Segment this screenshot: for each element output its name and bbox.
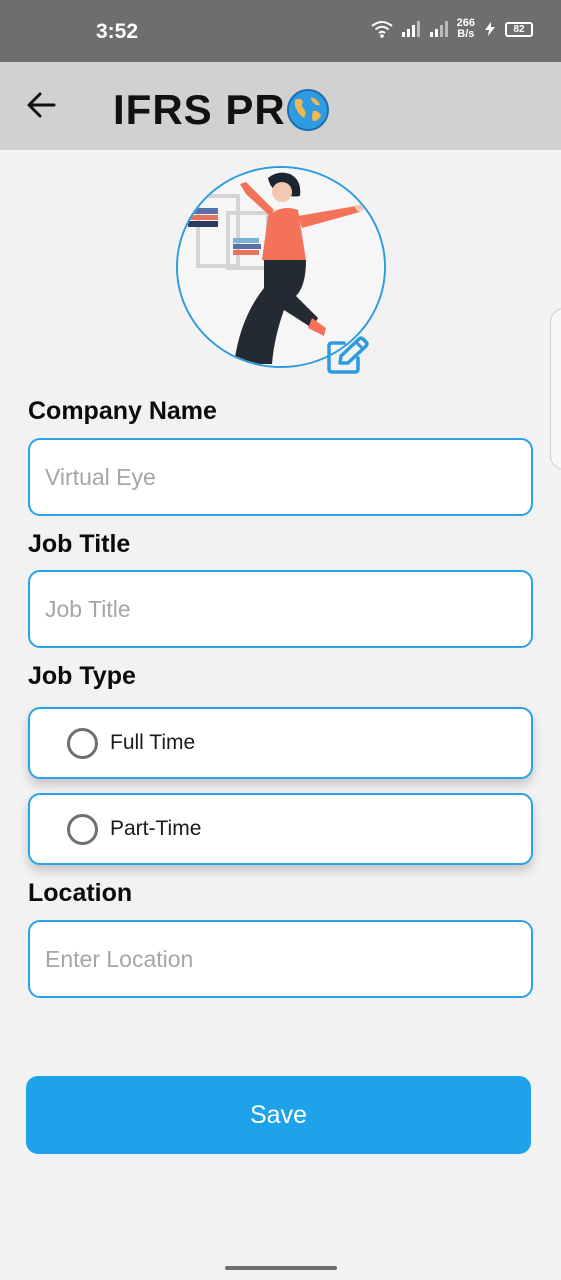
- back-button[interactable]: [24, 88, 58, 122]
- location-input[interactable]: [28, 920, 533, 998]
- app-logo: IFRS PR: [113, 86, 330, 134]
- job-type-option-full-time[interactable]: Full Time: [28, 707, 533, 779]
- signal-icon: [401, 21, 420, 37]
- status-icons: 266 B/s 82: [371, 18, 533, 40]
- edit-icon: [327, 336, 369, 374]
- side-panel-handle[interactable]: [550, 308, 561, 470]
- globe-icon: [286, 89, 329, 131]
- net-speed: 266 B/s: [457, 18, 475, 40]
- job-type-option-label: Part-Time: [110, 817, 202, 840]
- home-indicator[interactable]: [225, 1266, 337, 1270]
- job-type-label: Job Type: [28, 662, 136, 690]
- radio-icon[interactable]: [67, 813, 98, 845]
- save-button[interactable]: Save: [26, 1076, 531, 1154]
- status-bar: 3:52 266 B/s 82: [0, 0, 561, 62]
- location-label: Location: [28, 879, 133, 907]
- company-name-input[interactable]: [28, 438, 533, 516]
- charging-icon: [485, 22, 495, 36]
- job-type-option-label: Full Time: [110, 731, 196, 754]
- job-title-input[interactable]: [28, 570, 533, 648]
- battery-icon: 82: [505, 21, 533, 37]
- company-name-label: Company Name: [28, 397, 217, 425]
- app-title: IFRS PR: [113, 86, 286, 133]
- status-time: 3:52: [96, 20, 139, 43]
- edit-avatar-button[interactable]: [326, 336, 370, 376]
- signal-icon: [429, 21, 448, 37]
- arrow-left-icon: [27, 92, 56, 118]
- job-type-option-part-time[interactable]: Part-Time: [28, 793, 533, 865]
- net-speed-unit: B/s: [457, 28, 475, 40]
- save-button-label: Save: [250, 1100, 307, 1129]
- job-title-label: Job Title: [28, 530, 131, 558]
- wifi-icon: [371, 21, 393, 38]
- app-bar: IFRS PR: [0, 62, 561, 150]
- radio-icon[interactable]: [67, 727, 98, 759]
